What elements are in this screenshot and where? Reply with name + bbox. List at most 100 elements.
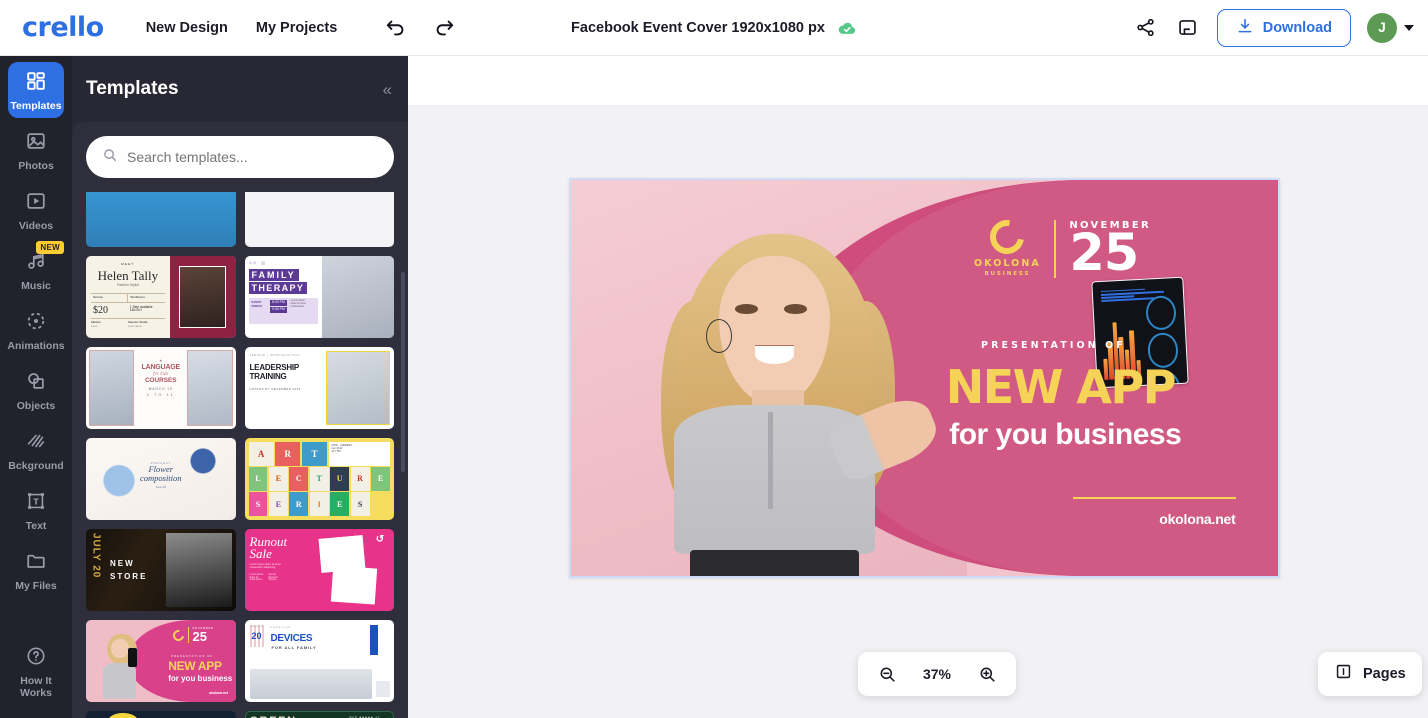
template-card-family-therapy[interactable]: ☺☺ |||| FAMILY THERAPY EVERY FRIDAY 8:00 … bbox=[244, 256, 394, 338]
sidebar-item-animations[interactable]: Animations bbox=[7, 302, 65, 358]
sidebar-item-templates[interactable]: Templates bbox=[8, 62, 64, 118]
template-card-devices-family[interactable]: 20 GROWTH EXHIBITION DEVICES FOR ALL FAM… bbox=[244, 620, 394, 702]
brand-date-row: OKOLONA BUSINESS NOVEMBER 25 bbox=[973, 213, 1243, 283]
double-chevron-left-icon[interactable]: « bbox=[383, 81, 393, 98]
event-day: 25 bbox=[1069, 223, 1139, 283]
sidebar-label-photos: Photos bbox=[18, 159, 54, 172]
hatch-background-icon bbox=[25, 430, 47, 457]
top-toolbar: crello New Design My Projects Facebook E… bbox=[0, 0, 1428, 56]
text-box-icon: T bbox=[25, 490, 47, 517]
model-eye-left bbox=[735, 304, 759, 314]
user-menu[interactable]: J bbox=[1367, 12, 1414, 43]
canvas-toolbar-strip bbox=[408, 56, 1428, 105]
template-card-helen-tally[interactable]: MEET Helen Tally Fashion Stylist Service… bbox=[86, 256, 236, 338]
model-skirt bbox=[689, 549, 860, 576]
templates-panel-header: Templates « bbox=[72, 56, 408, 122]
template-card-best-team[interactable]: Monday - Sunday9:00 - 5 PMSum Events BES… bbox=[86, 711, 236, 718]
pages-button[interactable]: Pages bbox=[1318, 652, 1422, 696]
design-canvas[interactable]: OKOLONA BUSINESS NOVEMBER 25 PRESENTATIO… bbox=[571, 180, 1278, 576]
brand-logo: OKOLONA BUSINESS bbox=[973, 213, 1041, 278]
zoom-out-icon[interactable] bbox=[874, 661, 900, 687]
grid-templates-icon bbox=[25, 70, 47, 97]
avatar: J bbox=[1367, 12, 1397, 43]
share-icon[interactable] bbox=[1133, 15, 1159, 41]
folder-icon bbox=[25, 550, 47, 577]
left-sidebar: Templates Photos Videos NEW Music Animat… bbox=[0, 56, 72, 718]
sidebar-item-music[interactable]: NEW Music bbox=[8, 241, 64, 298]
search-box[interactable] bbox=[86, 136, 394, 178]
sidebar-label-how-it-works: How It Works bbox=[20, 675, 52, 699]
design-headline: NEW APP bbox=[945, 360, 1177, 415]
brand-name: OKOLONA bbox=[973, 258, 1041, 270]
page-panel-icon bbox=[1334, 662, 1353, 686]
sidebar-label-objects: Objects bbox=[16, 399, 56, 412]
sidebar-item-videos[interactable]: Videos bbox=[8, 182, 64, 238]
document-title[interactable]: Facebook Event Cover 1920x1080 px bbox=[571, 20, 825, 36]
undo-icon[interactable] bbox=[383, 15, 409, 41]
sidebar-item-text[interactable]: T Text bbox=[8, 482, 64, 538]
search-input[interactable] bbox=[127, 149, 378, 165]
sidebar-label-my-files: My Files bbox=[15, 579, 57, 592]
cloud-saved-check-icon bbox=[837, 18, 857, 38]
svg-text:T: T bbox=[33, 497, 39, 506]
download-icon bbox=[1236, 17, 1254, 39]
design-selection-frame[interactable]: OKOLONA BUSINESS NOVEMBER 25 PRESENTATIO… bbox=[569, 178, 1280, 578]
model-eye-right bbox=[784, 304, 807, 314]
question-help-icon bbox=[25, 645, 47, 672]
model-smile bbox=[754, 345, 794, 364]
sidebar-label-templates: Templates bbox=[10, 99, 62, 112]
template-card-flower-composition[interactable]: PhotoGirl Flower composition June 25 bbox=[86, 438, 236, 520]
templates-grid: MEET Helen Tally Fashion Stylist Service… bbox=[72, 192, 408, 718]
image-icon bbox=[25, 130, 47, 157]
template-card-art-lecture-series[interactable]: A R T DATE ADDRESS Feb 15-22 AT 7 PM L E C… bbox=[244, 438, 394, 520]
sidebar-item-how-it-works[interactable]: How It Works bbox=[8, 638, 64, 705]
templates-scrollbar[interactable] bbox=[401, 272, 405, 472]
pages-label: Pages bbox=[1363, 666, 1406, 682]
nav-my-projects[interactable]: My Projects bbox=[256, 20, 337, 36]
templates-panel-body: MEET Helen Tally Fashion Stylist Service… bbox=[72, 122, 408, 718]
zoom-level: 37% bbox=[922, 666, 952, 682]
template-card-leadership-training[interactable]: SEMINAR │ WORKSHOP/TALK LEADERSHIP TRAIN… bbox=[244, 347, 394, 429]
templates-scroll-area[interactable]: MEET Helen Tally Fashion Stylist Service… bbox=[72, 192, 408, 718]
present-frame-icon[interactable] bbox=[1175, 15, 1201, 41]
canvas-workspace[interactable]: OKOLONA BUSINESS NOVEMBER 25 PRESENTATIO… bbox=[408, 105, 1428, 718]
download-label: Download bbox=[1262, 19, 1332, 36]
shapes-objects-icon bbox=[25, 370, 47, 397]
template-card-green-patricks[interactable]: GREEN MAR ◆◆◆◆◆ 17THE LUCKIEST DAY OF TH… bbox=[244, 711, 394, 718]
design-kicker: PRESENTATION OF bbox=[981, 340, 1126, 352]
sidebar-label-music: Music bbox=[21, 279, 51, 292]
event-date: NOVEMBER 25 bbox=[1069, 220, 1151, 283]
sidebar-label-animations: Animations bbox=[7, 339, 65, 352]
download-button[interactable]: Download bbox=[1216, 8, 1351, 47]
sidebar-item-photos[interactable]: Photos bbox=[8, 122, 64, 178]
music-new-badge: NEW bbox=[36, 241, 64, 254]
template-card-new-app-okolona[interactable]: NOVEMBER 25 PRESENTATION OF NEW APP for … bbox=[86, 620, 236, 702]
zoom-in-icon[interactable] bbox=[974, 661, 1000, 687]
model-photo bbox=[635, 204, 960, 576]
zoom-controls: 37% bbox=[858, 652, 1016, 696]
model-zipper bbox=[767, 412, 774, 509]
website-rule bbox=[1072, 496, 1236, 499]
brand-divider bbox=[1054, 219, 1056, 278]
top-bar-actions: Download J bbox=[1133, 0, 1414, 55]
template-card-partial-white[interactable] bbox=[244, 192, 394, 247]
panel-title: Templates bbox=[86, 78, 179, 99]
sidebar-label-videos: Videos bbox=[18, 219, 54, 232]
sidebar-item-my-files[interactable]: My Files bbox=[8, 542, 64, 598]
model-earring bbox=[706, 319, 733, 353]
sidebar-item-objects[interactable]: Objects bbox=[8, 362, 64, 418]
sidebar-label-background: Bckground bbox=[8, 459, 64, 472]
design-website: okolona.net bbox=[1159, 510, 1236, 527]
sidebar-item-background[interactable]: Bckground bbox=[8, 422, 64, 478]
brand-subtitle: BUSINESS bbox=[984, 271, 1031, 278]
template-card-language-courses[interactable]: ★ LANGUAGE for kids COURSES MARCH 15 1 T… bbox=[86, 347, 236, 429]
crello-logo[interactable]: crello bbox=[22, 12, 104, 43]
okolona-c-mark-icon bbox=[983, 213, 1032, 261]
template-card-partial-blue[interactable] bbox=[86, 192, 236, 247]
template-card-new-store[interactable]: JULY 20 NEW STORE bbox=[86, 529, 236, 611]
design-subheadline: for you business bbox=[949, 417, 1182, 451]
nav-new-design[interactable]: New Design bbox=[146, 20, 228, 36]
redo-icon[interactable] bbox=[431, 15, 457, 41]
template-card-runout-sale[interactable]: Runout Sale Lorem ipsum dolor sit amet con… bbox=[244, 529, 394, 611]
top-navigation: New Design My Projects bbox=[146, 20, 338, 36]
